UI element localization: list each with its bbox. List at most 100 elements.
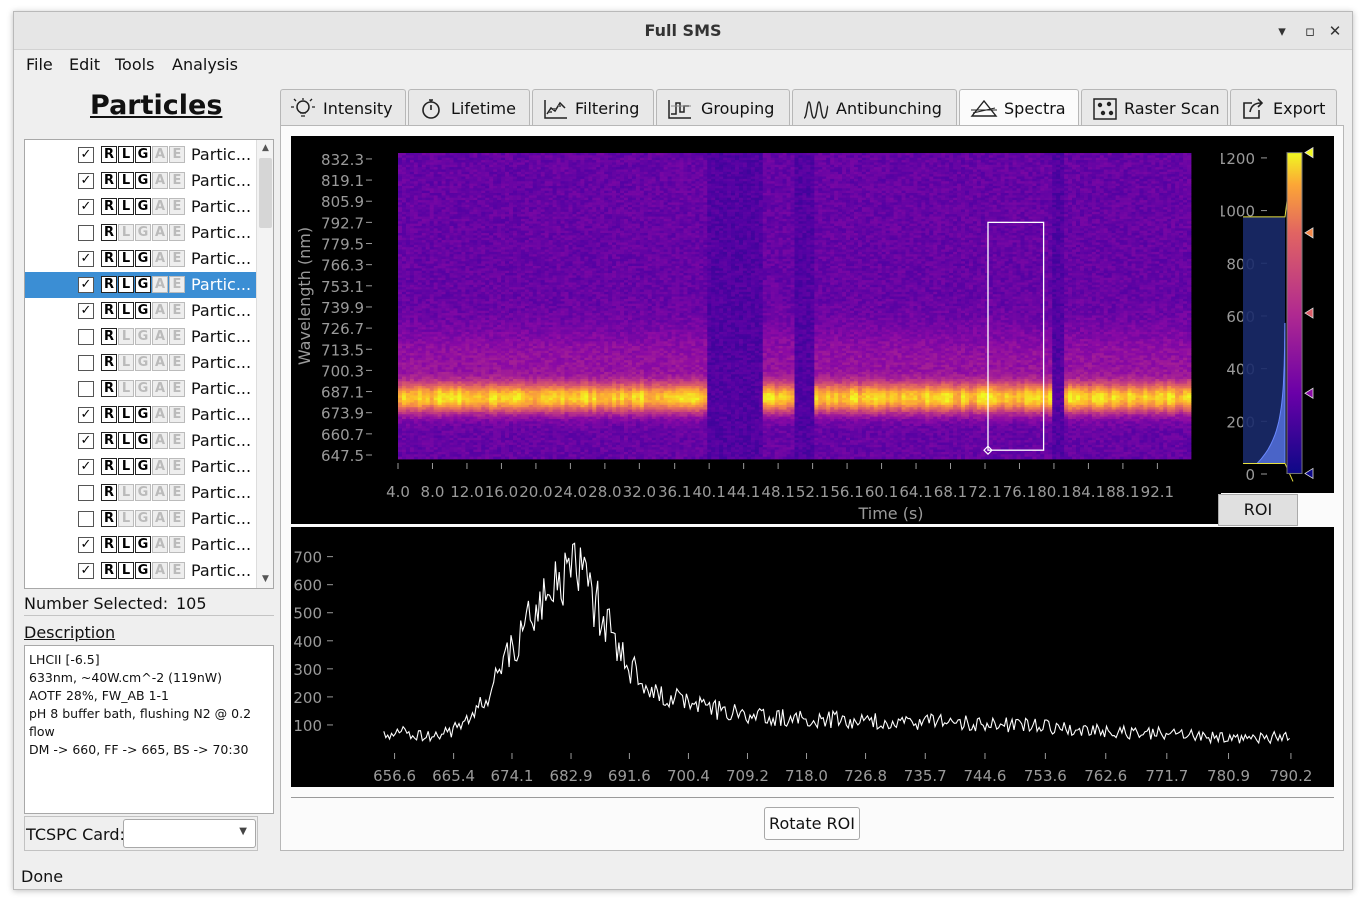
particle-checkbox[interactable]: ✓ <box>78 459 94 475</box>
spectrogram-cell <box>525 414 529 417</box>
particle-row[interactable]: ✓ R L G A E Partic... <box>25 428 257 454</box>
particle-checkbox[interactable]: ✓ <box>78 433 94 449</box>
spectrogram-cell <box>537 391 541 394</box>
particle-row[interactable]: R L G A E Partic... <box>25 350 257 376</box>
particle-checkbox[interactable]: ✓ <box>78 277 94 293</box>
particle-list[interactable]: ✓ R L G A E Partic... ✓ R L G A E Partic... ✓ R L G A E Part… <box>24 139 274 589</box>
tab-raster-scan[interactable]: Raster Scan <box>1081 89 1228 126</box>
spectrogram-cell <box>477 247 481 250</box>
scroll-thumb[interactable] <box>259 158 272 228</box>
spectrogram-cell <box>414 360 418 363</box>
spectrogram-cell <box>450 311 454 314</box>
spectrogram-cell <box>398 445 402 448</box>
particle-row[interactable]: ✓ R L G A E Partic... <box>25 272 257 298</box>
particle-checkbox[interactable] <box>78 511 94 527</box>
menu-analysis[interactable]: Analysis <box>172 55 238 74</box>
spectrogram-cell <box>525 169 529 172</box>
particle-checkbox[interactable]: ✓ <box>78 173 94 189</box>
spectrogram-cell <box>465 395 469 398</box>
spectrogram-cell <box>461 275 465 278</box>
particle-row[interactable]: ✓ R L G A E Partic... <box>25 194 257 220</box>
tab-spectra[interactable]: Spectra <box>959 89 1079 127</box>
particle-row[interactable]: ✓ R L G A E Partic... <box>25 454 257 480</box>
scroll-up-arrow-icon[interactable]: ▲ <box>257 140 274 157</box>
particle-row[interactable]: R L G A E Partic... <box>25 220 257 246</box>
list-scrollbar[interactable]: ▲ ▼ <box>256 140 273 588</box>
spectrogram-cell <box>501 247 505 250</box>
spectrogram-cell <box>414 242 418 245</box>
scroll-down-arrow-icon[interactable]: ▼ <box>257 571 274 588</box>
particle-row[interactable]: R L G A E Partic... <box>25 506 257 532</box>
spectrogram-cell <box>477 426 481 429</box>
particle-row[interactable]: ✓ R L G A E Partic... <box>25 558 257 584</box>
particle-checkbox[interactable] <box>78 355 94 371</box>
spectrogram-cell <box>426 235 430 238</box>
spectrogram-cell <box>481 238 485 241</box>
particle-checkbox[interactable]: ✓ <box>78 407 94 423</box>
spectrogram-cell <box>529 306 533 309</box>
particle-row[interactable]: ✓ R L G A E Partic... <box>25 532 257 558</box>
spectrogram-cell <box>533 207 537 210</box>
particle-row[interactable]: ✓ R L G A E Partic... <box>25 142 257 168</box>
close-button[interactable]: ✕ <box>1325 21 1345 41</box>
spectrogram-cell <box>446 330 450 333</box>
menu-edit[interactable]: Edit <box>69 55 100 74</box>
spectrogram-cell <box>537 318 541 321</box>
particle-checkbox[interactable] <box>78 329 94 345</box>
spectrogram-cell <box>422 264 426 267</box>
spectrogram-cell <box>509 445 513 448</box>
spectrogram-cell <box>533 355 537 358</box>
particle-row[interactable]: ✓ R L G A E Partic... <box>25 402 257 428</box>
menu-file[interactable]: File <box>26 55 53 74</box>
spectrogram-cell <box>457 400 461 403</box>
tab-antibunching[interactable]: Antibunching <box>792 89 957 126</box>
particle-checkbox[interactable] <box>78 381 94 397</box>
particle-row[interactable]: R L G A E Partic... <box>25 324 257 350</box>
spectrogram-cell <box>438 337 442 340</box>
particle-row[interactable]: R L G A E Partic... <box>25 376 257 402</box>
spectrogram-cell <box>442 292 446 295</box>
tcspc-card-select[interactable]: ▼ <box>123 819 256 848</box>
spectrogram-cell <box>438 344 442 347</box>
spectrogram-cell <box>457 195 461 198</box>
spectrogram-cell <box>477 167 481 170</box>
particle-checkbox[interactable]: ✓ <box>78 199 94 215</box>
particle-checkbox[interactable]: ✓ <box>78 303 94 319</box>
spectrogram-cell <box>454 332 458 335</box>
spectrogram-cell <box>477 174 481 177</box>
spectrogram-cell <box>497 261 501 264</box>
particle-checkbox[interactable]: ✓ <box>78 147 94 163</box>
particle-row[interactable]: ✓ R L G A E Partic... <box>25 168 257 194</box>
spectrogram-cell <box>517 261 521 264</box>
particle-checkbox[interactable]: ✓ <box>78 251 94 267</box>
particle-row[interactable]: R L G A E Partic... <box>25 480 257 506</box>
particle-checkbox[interactable]: ✓ <box>78 563 94 579</box>
tab-intensity[interactable]: Intensity <box>280 89 406 126</box>
maximize-button[interactable]: ▫ <box>1300 21 1320 41</box>
description-text-box[interactable]: LHCII [-6.5] 633nm, ~40W.cm^-2 (119nW) A… <box>24 645 274 814</box>
title-bar[interactable]: Full SMS ▾ ▫ ✕ <box>14 12 1352 50</box>
particle-checkbox[interactable] <box>78 485 94 501</box>
spectrogram-cell <box>497 221 501 224</box>
particle-row[interactable]: ✓ R L G A E Partic... <box>25 298 257 324</box>
particle-checkbox[interactable] <box>78 225 94 241</box>
spectrogram-cell <box>398 355 402 358</box>
spectrogram-cell <box>473 299 477 302</box>
minimize-button[interactable]: ▾ <box>1272 21 1292 41</box>
spectrogram-cell <box>509 344 513 347</box>
tab-export[interactable]: Export <box>1230 89 1337 126</box>
spectrogram-cell <box>493 414 497 417</box>
spectrogram-plot[interactable]: 832.3 819.1 805.9 792.7 779.5 766.3 753.1 739.9… <box>291 136 1221 524</box>
menu-tools[interactable]: Tools <box>115 55 154 74</box>
spectrogram-cell <box>398 407 402 410</box>
tab-grouping[interactable]: Grouping <box>656 89 790 126</box>
spectrogram-cell <box>434 445 438 448</box>
spectrogram-cell <box>457 179 461 182</box>
spectrogram-cell <box>434 367 438 370</box>
particle-row[interactable]: ✓ R L G A E Partic... <box>25 246 257 272</box>
particle-checkbox[interactable]: ✓ <box>78 537 94 553</box>
spectrogram-cell <box>430 285 434 288</box>
tab-filtering[interactable]: Filtering <box>532 89 654 126</box>
spectrogram-cell <box>529 282 533 285</box>
tab-lifetime[interactable]: Lifetime <box>408 89 530 126</box>
